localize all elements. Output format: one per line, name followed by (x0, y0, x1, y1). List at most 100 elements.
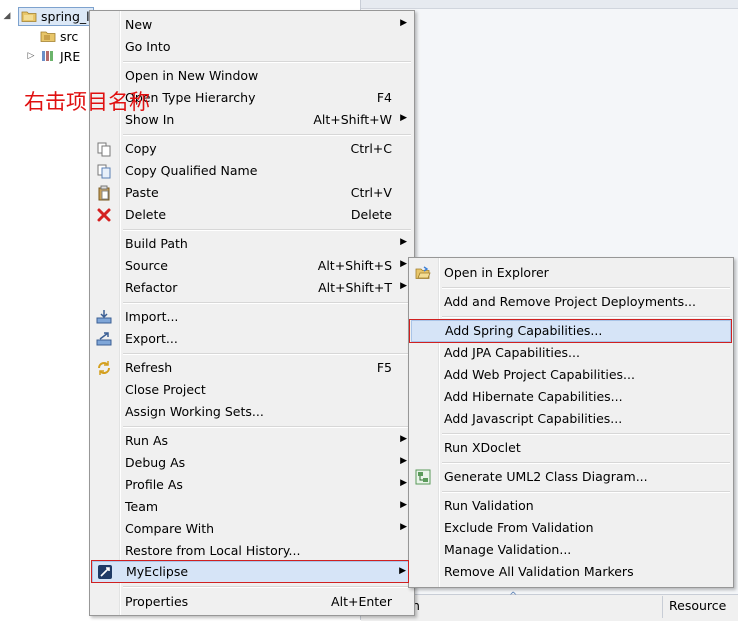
submenu-arrow-icon: ▶ (400, 522, 407, 532)
menu-item-profile-as[interactable]: Profile As ▶ (92, 474, 412, 496)
source-folder-icon (40, 31, 56, 42)
editor-tab-strip (361, 0, 738, 9)
menu-item-debug-as[interactable]: Debug As ▶ (92, 452, 412, 474)
submenu-item-exclude-validation[interactable]: Exclude From Validation (411, 517, 731, 539)
menu-item-label: MyEclipse (126, 564, 189, 579)
menu-item-shortcut: Ctrl+V (350, 185, 392, 200)
menu-item-label: Add and Remove Project Deployments... (444, 294, 696, 309)
menu-item-label: Manage Validation... (444, 542, 572, 557)
jre-label: JRE (60, 48, 81, 64)
library-icon (42, 51, 53, 61)
tree-item-jre[interactable]: ▷ JRE (26, 46, 81, 66)
submenu-item-add-javascript[interactable]: Add Javascript Capabilities... (411, 408, 731, 430)
expanded-arrow-icon[interactable]: ◢ (2, 11, 12, 21)
menu-item-label: Compare With (125, 521, 215, 536)
menu-item-label: Run XDoclet (444, 440, 521, 455)
menu-item-close-project[interactable]: Close Project (92, 379, 412, 401)
menu-item-label: Copy (125, 141, 157, 156)
menu-item-delete[interactable]: Delete Delete (92, 204, 412, 226)
menu-item-label: Team (125, 499, 159, 514)
menu-item-label: Exclude From Validation (444, 520, 594, 535)
menu-item-label: Run Validation (444, 498, 534, 513)
myeclipse-icon (98, 565, 112, 579)
submenu-item-add-web-project[interactable]: Add Web Project Capabilities... (411, 364, 731, 386)
menu-separator (123, 426, 411, 428)
copy-icon (97, 142, 111, 157)
menu-separator (123, 586, 411, 588)
myeclipse-submenu: Open in Explorer Add and Remove Project … (408, 257, 734, 588)
menu-item-go-into[interactable]: Go Into (92, 36, 412, 58)
menu-item-copy-qualified-name[interactable]: Copy Qualified Name (92, 160, 412, 182)
menu-item-label: Properties (125, 594, 189, 609)
export-icon (96, 332, 112, 346)
submenu-arrow-icon: ▶ (400, 259, 407, 269)
menu-item-paste[interactable]: Paste Ctrl+V (92, 182, 412, 204)
menu-separator (442, 491, 730, 493)
menu-item-label: Add JPA Capabilities... (444, 345, 580, 360)
tree-item-project[interactable]: ◢ spring_l (2, 6, 94, 26)
menu-item-myeclipse[interactable]: MyEclipse ▶ (92, 561, 412, 583)
project-label: spring_l (41, 8, 90, 24)
menu-item-build-path[interactable]: Build Path ▶ (92, 233, 412, 255)
menu-item-label: Open in New Window (125, 68, 259, 83)
submenu-item-generate-uml2[interactable]: Generate UML2 Class Diagram... (411, 466, 731, 488)
collapsed-arrow-icon[interactable]: ▷ (26, 51, 36, 61)
menu-item-refactor[interactable]: Refactor Alt+Shift+T ▶ (92, 277, 412, 299)
import-icon (96, 310, 112, 324)
submenu-item-manage-validation[interactable]: Manage Validation... (411, 539, 731, 561)
paste-icon (98, 185, 110, 201)
submenu-arrow-icon: ▶ (400, 113, 407, 123)
menu-separator (123, 134, 411, 136)
menu-separator (442, 462, 730, 464)
annotation-text: 右击项目名称 (24, 90, 150, 114)
menu-separator (123, 61, 411, 63)
menu-item-open-new-window[interactable]: Open in New Window (92, 65, 412, 87)
submenu-item-add-jpa[interactable]: Add JPA Capabilities... (411, 342, 731, 364)
submenu-arrow-icon: ▶ (400, 456, 407, 466)
menu-item-label: Debug As (125, 455, 186, 470)
submenu-item-add-hibernate[interactable]: Add Hibernate Capabilities... (411, 386, 731, 408)
menu-item-label: Generate UML2 Class Diagram... (444, 469, 648, 484)
menu-item-label: Add Spring Capabilities... (445, 323, 603, 338)
menu-item-source[interactable]: Source Alt+Shift+S ▶ (92, 255, 412, 277)
menu-item-export[interactable]: Export... (92, 328, 412, 350)
sort-caret-icon: ^ (509, 591, 518, 602)
menu-item-new[interactable]: New ▶ (92, 14, 412, 36)
menu-item-label: Refactor (125, 280, 178, 295)
menu-item-import[interactable]: Import... (92, 306, 412, 328)
submenu-item-run-validation[interactable]: Run Validation (411, 495, 731, 517)
submenu-item-remove-validation-markers[interactable]: Remove All Validation Markers (411, 561, 731, 583)
menu-item-team[interactable]: Team ▶ (92, 496, 412, 518)
column-resource[interactable]: Resource (669, 598, 726, 613)
submenu-item-add-spring[interactable]: Add Spring Capabilities... (411, 320, 731, 342)
menu-item-refresh[interactable]: Refresh F5 (92, 357, 412, 379)
menu-separator (123, 353, 411, 355)
column-divider (662, 596, 663, 618)
tree-item-src[interactable]: src (40, 26, 78, 46)
submenu-item-open-in-explorer[interactable]: Open in Explorer (411, 262, 731, 284)
menu-item-shortcut: Alt+Enter (331, 594, 392, 609)
menu-item-label: Paste (125, 185, 159, 200)
menu-item-label: Restore from Local History... (125, 543, 301, 558)
menu-item-label: Add Javascript Capabilities... (444, 411, 623, 426)
tree-item-project-selection[interactable]: spring_l (18, 6, 94, 26)
submenu-item-add-remove-deployments[interactable]: Add and Remove Project Deployments... (411, 291, 731, 313)
open-folder-icon (415, 266, 431, 279)
submenu-item-run-xdoclet[interactable]: Run XDoclet (411, 437, 731, 459)
menu-item-properties[interactable]: Properties Alt+Enter (92, 591, 412, 613)
menu-item-assign-working-sets[interactable]: Assign Working Sets... (92, 401, 412, 423)
menu-item-label: Import... (125, 309, 179, 324)
menu-item-label: Profile As (125, 477, 183, 492)
menu-item-label: New (125, 17, 153, 32)
menu-item-compare-with[interactable]: Compare With ▶ (92, 518, 412, 540)
delete-icon (97, 208, 111, 222)
menu-item-copy[interactable]: Copy Ctrl+C (92, 138, 412, 160)
menu-separator (123, 302, 411, 304)
menu-separator (442, 316, 730, 318)
menu-item-shortcut: Delete (350, 207, 392, 222)
menu-item-restore-local-history[interactable]: Restore from Local History... (92, 540, 412, 562)
submenu-arrow-icon: ▶ (400, 18, 407, 28)
menu-item-shortcut: Ctrl+C (350, 141, 392, 156)
menu-item-run-as[interactable]: Run As ▶ (92, 430, 412, 452)
menu-separator (442, 433, 730, 435)
